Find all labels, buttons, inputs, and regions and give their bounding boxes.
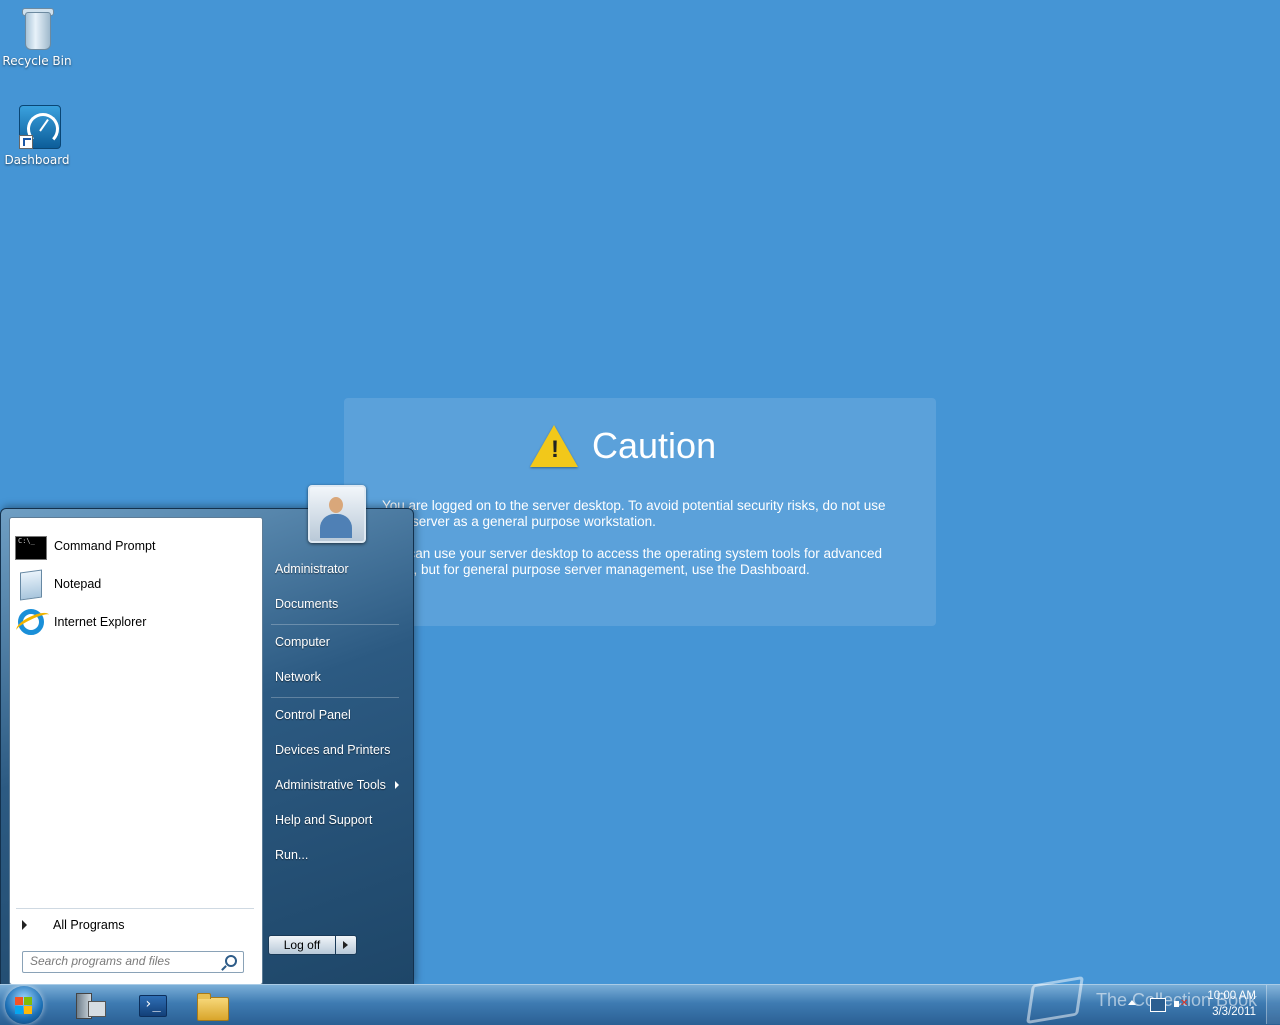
command-prompt-icon bbox=[14, 530, 47, 562]
recycle-bin-label: Recycle Bin bbox=[2, 54, 72, 68]
start-menu-programs-pane: Command Prompt Notepad Internet Explorer… bbox=[9, 517, 263, 985]
start-item-network[interactable]: Network bbox=[267, 662, 403, 692]
dashboard-label: Dashboard bbox=[4, 153, 70, 167]
taskbar-server-manager[interactable] bbox=[72, 989, 106, 1021]
start-menu: Command Prompt Notepad Internet Explorer… bbox=[0, 485, 414, 986]
divider bbox=[271, 624, 399, 625]
caution-message-2: You can use your server desktop to acces… bbox=[382, 546, 883, 577]
caution-message-1: You are logged on to the server desktop.… bbox=[382, 498, 886, 529]
start-item-administrator[interactable]: Administrator bbox=[267, 554, 403, 584]
taskbar-powershell[interactable] bbox=[135, 989, 169, 1021]
taskbar-clock[interactable]: 10:00 AM 3/3/2011 bbox=[1196, 988, 1256, 1020]
system-tray bbox=[1120, 986, 1200, 1022]
shutdown-options-button[interactable] bbox=[336, 935, 357, 955]
search-icon[interactable] bbox=[225, 955, 237, 967]
start-button[interactable] bbox=[5, 986, 43, 1024]
logoff-button[interactable]: Log off bbox=[268, 935, 336, 955]
all-programs-label: All Programs bbox=[53, 918, 125, 932]
all-programs-button[interactable]: All Programs bbox=[18, 914, 254, 936]
start-item-label: Help and Support bbox=[275, 813, 373, 827]
start-item-label: Network bbox=[275, 670, 321, 684]
logoff-group: Log off bbox=[268, 935, 357, 955]
chevron-right-icon bbox=[343, 941, 348, 949]
start-item-help-and-support[interactable]: Help and Support bbox=[267, 805, 403, 835]
start-item-computer[interactable]: Computer bbox=[267, 627, 403, 657]
warning-icon: ! bbox=[530, 425, 578, 467]
volume-muted-icon[interactable] bbox=[1174, 998, 1188, 1010]
dashboard-shortcut[interactable]: Dashboard bbox=[0, 105, 74, 167]
clock-date: 3/3/2011 bbox=[1212, 1006, 1256, 1018]
user-avatar[interactable] bbox=[308, 485, 366, 543]
start-item-label: Run... bbox=[275, 848, 309, 862]
start-item-label: Administrator bbox=[275, 562, 349, 576]
start-item-run[interactable]: Run... bbox=[267, 840, 403, 870]
program-internet-explorer[interactable]: Internet Explorer bbox=[14, 604, 258, 640]
network-icon[interactable] bbox=[1150, 998, 1166, 1012]
recycle-bin-shortcut[interactable]: Recycle Bin bbox=[0, 6, 74, 68]
show-desktop-button[interactable] bbox=[1266, 985, 1280, 1024]
program-label: Internet Explorer bbox=[54, 615, 147, 629]
divider bbox=[16, 908, 254, 909]
search-box bbox=[22, 951, 244, 973]
start-item-label: Documents bbox=[275, 597, 339, 611]
recycle-bin-icon bbox=[15, 6, 59, 52]
clock-time: 10:00 AM bbox=[1207, 990, 1256, 1002]
chevron-right-icon bbox=[22, 920, 27, 930]
program-command-prompt[interactable]: Command Prompt bbox=[14, 528, 258, 564]
start-item-label: Devices and Printers bbox=[275, 743, 391, 757]
taskbar bbox=[0, 984, 1280, 1025]
start-item-control-panel[interactable]: Control Panel bbox=[267, 700, 403, 730]
caution-panel: ! Caution You are logged on to the serve… bbox=[344, 398, 936, 626]
powershell-icon bbox=[139, 995, 167, 1017]
program-label: Notepad bbox=[54, 577, 102, 591]
start-item-label: Control Panel bbox=[275, 708, 351, 722]
start-item-administrative-tools[interactable]: Administrative Tools bbox=[267, 770, 403, 800]
dashboard-icon bbox=[15, 105, 61, 151]
chevron-right-icon bbox=[395, 781, 399, 789]
divider bbox=[271, 697, 399, 698]
notepad-icon bbox=[14, 568, 46, 601]
folder-icon bbox=[197, 993, 229, 1021]
start-item-devices-and-printers[interactable]: Devices and Printers bbox=[267, 735, 403, 765]
shortcut-arrow-icon bbox=[19, 135, 33, 149]
internet-explorer-icon bbox=[14, 606, 46, 638]
start-item-documents[interactable]: Documents bbox=[267, 589, 403, 619]
start-item-label: Computer bbox=[275, 635, 330, 649]
caution-title: Caution bbox=[592, 425, 717, 466]
program-notepad[interactable]: Notepad bbox=[14, 566, 258, 602]
search-input[interactable] bbox=[23, 952, 222, 970]
program-label: Command Prompt bbox=[54, 539, 156, 553]
start-item-label: Administrative Tools bbox=[275, 778, 386, 792]
taskbar-windows-explorer[interactable] bbox=[195, 989, 229, 1021]
show-hidden-icons-icon[interactable] bbox=[1128, 1000, 1136, 1005]
